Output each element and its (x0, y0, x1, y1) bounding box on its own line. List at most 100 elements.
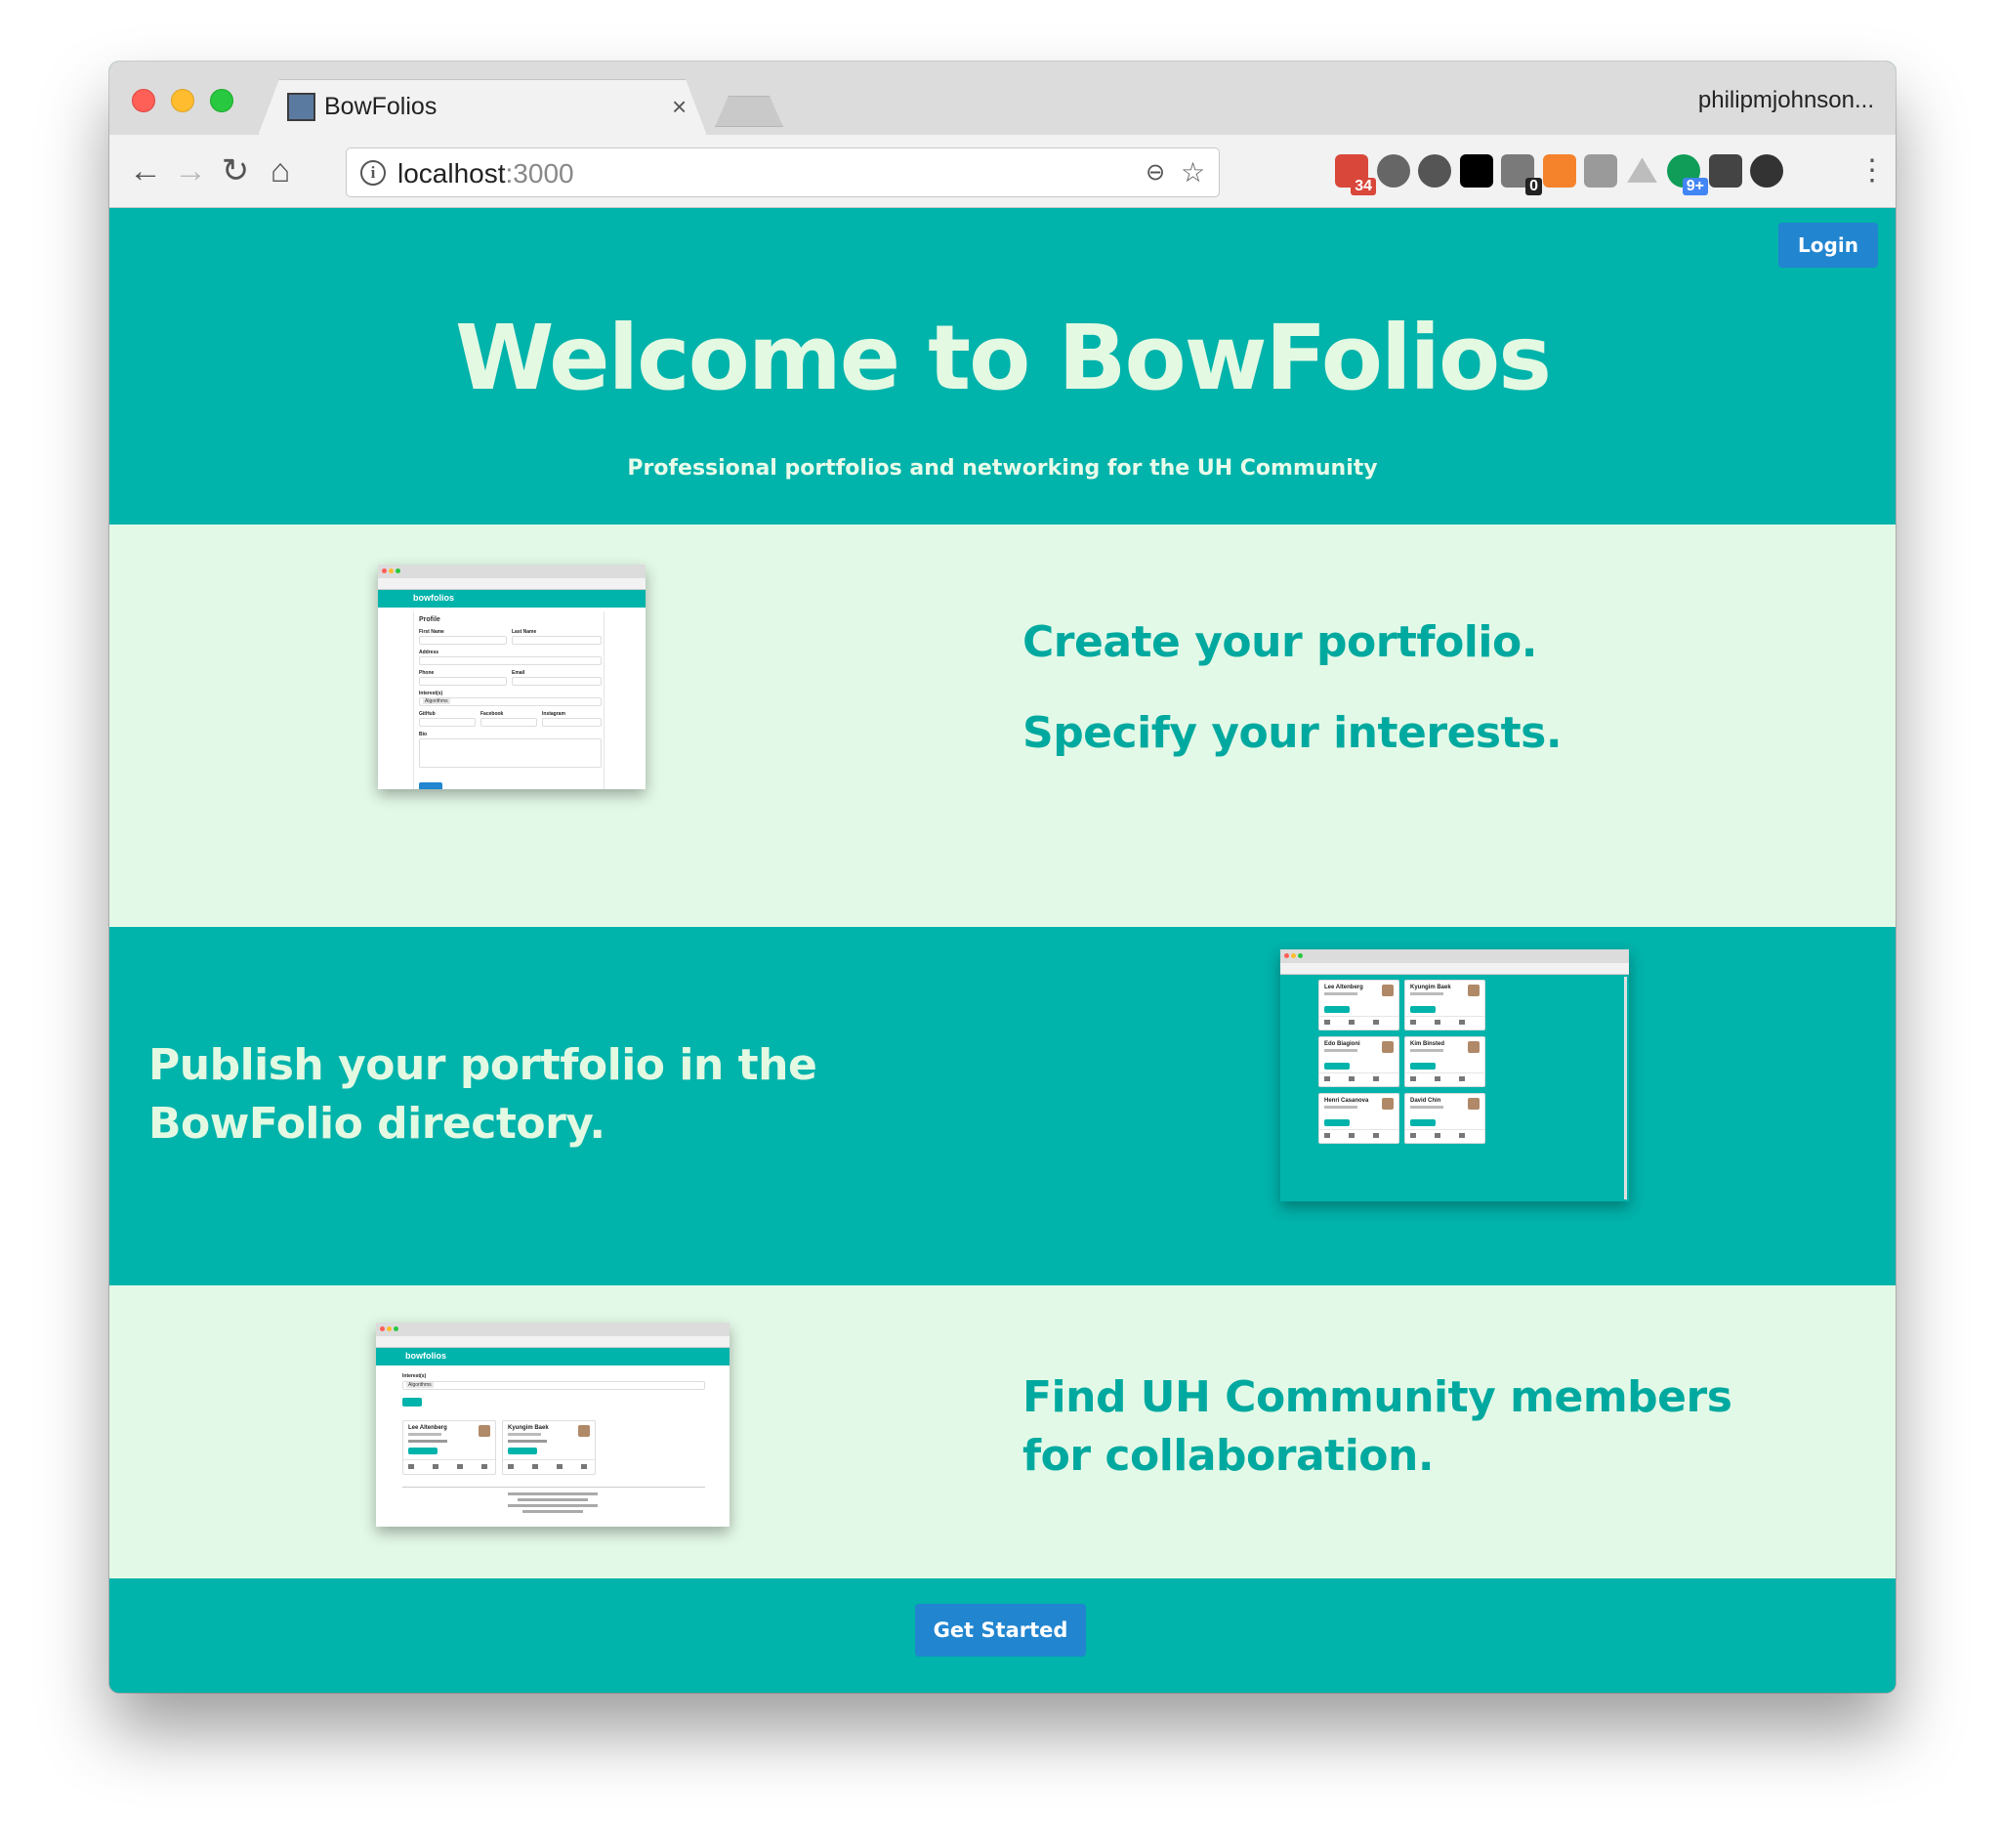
thumb-label: Phone (419, 670, 435, 676)
thumb-label: First Name (419, 629, 444, 635)
ext-hangouts-icon[interactable]: 9+ (1667, 154, 1708, 195)
ext-eyedropper-icon[interactable] (1708, 154, 1742, 188)
avatar (1468, 1098, 1480, 1110)
page-content: Login Welcome to BowFolios Professional … (109, 208, 1896, 1693)
card-tag (1324, 1006, 1350, 1013)
thumb-brand: bowfolios (413, 593, 454, 603)
card-divider (1319, 1129, 1398, 1130)
login-button[interactable]: Login (1778, 223, 1878, 268)
ext-calendar-icon[interactable]: 34 (1335, 154, 1376, 195)
card-social-icons (1410, 1076, 1480, 1081)
avatar (1468, 1041, 1480, 1053)
bookmark-star-icon[interactable]: ☆ (1181, 156, 1205, 189)
ext-ghostery-icon[interactable]: 0 (1501, 154, 1542, 195)
ext-drive-icon[interactable] (1627, 157, 1657, 183)
directory-card: Henri Casanova (1318, 1093, 1399, 1144)
thumb-heading: Profile (419, 616, 440, 623)
filter-result-card: Lee Altenberg (402, 1420, 496, 1475)
zoom-icon[interactable]: ⊖ (1146, 158, 1165, 187)
card-subtitle (1324, 1049, 1357, 1052)
filter-screenshot: bowfolios Interest(s) Algorithms Lee Alt… (376, 1323, 730, 1527)
profile-name[interactable]: philipmjohnson... (1698, 87, 1874, 114)
directory-card: Kim Binsted (1404, 1036, 1485, 1087)
hero-section: Login Welcome to BowFolios Professional … (109, 208, 1896, 525)
thumb-label: Instagram (542, 711, 565, 717)
card-tag (508, 1448, 537, 1454)
feature-publish-section: Publish your portfolio in the BowFolio d… (109, 927, 1896, 1285)
menu-icon[interactable]: ⋮ (1854, 152, 1891, 189)
card-divider (1405, 1016, 1484, 1017)
url-port: :3000 (505, 158, 574, 189)
tab-title: BowFolios (324, 93, 438, 120)
card-divider (1405, 1072, 1484, 1073)
feature-find-section: bowfolios Interest(s) Algorithms Lee Alt… (109, 1285, 1896, 1578)
tab-strip: BowFolios × philipmjohnson... (109, 62, 1896, 135)
info-icon[interactable]: i (360, 160, 386, 186)
reload-button[interactable]: ↻ (217, 152, 254, 189)
ext-1password-icon[interactable] (1418, 154, 1451, 188)
card-subtitle-2 (408, 1440, 447, 1443)
card-social-icons (1324, 1076, 1394, 1081)
close-window-button[interactable] (132, 89, 155, 112)
extension-badge: 34 (1351, 178, 1376, 195)
card-subtitle (1410, 1106, 1443, 1109)
feature-interests-title: Specify your interests. (1022, 708, 1563, 758)
card-divider (1405, 1129, 1484, 1130)
home-button[interactable]: ⌂ (262, 152, 299, 189)
directory-card: Kyungim Baek (1404, 980, 1485, 1030)
card-social-icons (1410, 1020, 1480, 1025)
address-bar[interactable]: i localhost:3000 ⊖ ☆ (346, 147, 1220, 197)
minimize-window-button[interactable] (171, 89, 194, 112)
card-subtitle (1410, 1049, 1443, 1052)
card-name: Kyungim Baek (508, 1425, 549, 1431)
thumb-label: Email (512, 670, 525, 676)
card-tag (1324, 1119, 1350, 1126)
avatar (479, 1425, 490, 1437)
maximize-window-button[interactable] (210, 89, 233, 112)
back-button[interactable]: ← (127, 152, 164, 189)
avatar (1382, 1098, 1394, 1110)
card-name: Edo Biagioni (1324, 1041, 1360, 1047)
card-divider (1319, 1016, 1398, 1017)
avatar (1468, 985, 1480, 996)
profile-screenshot: bowfolios Profile First Name Last Name A… (378, 565, 646, 789)
new-tab-button[interactable] (715, 96, 783, 127)
feature-find-title: Find UH Community members for collaborat… (1022, 1372, 1732, 1481)
thumb-label: Address (419, 650, 439, 655)
ext-camera-icon[interactable] (1750, 154, 1783, 188)
browser-toolbar: ← → ↻ ⌂ i localhost:3000 ⊖ ☆ 34 0 9+ ⋮ (109, 135, 1896, 208)
ext-link-icon[interactable] (1584, 154, 1617, 188)
ext-sync-icon[interactable] (1376, 154, 1410, 188)
card-subtitle (1410, 992, 1443, 995)
card-social-icons (1410, 1133, 1480, 1138)
get-started-button[interactable]: Get Started (915, 1604, 1086, 1657)
browser-window: BowFolios × philipmjohnson... ← → ↻ ⌂ i … (109, 62, 1896, 1693)
directory-card: Edo Biagioni (1318, 1036, 1399, 1087)
ext-jetbrains-icon[interactable] (1459, 154, 1493, 188)
thumb-label: GitHub (419, 711, 436, 717)
thumb-label: Facebook (480, 711, 504, 717)
extension-badge: 0 (1525, 178, 1542, 195)
thumb-tag: Algorithms (406, 1382, 434, 1388)
card-name: Lee Altenberg (408, 1425, 447, 1431)
thumb-filter-label: Interest(s) (402, 1373, 427, 1379)
card-subtitle (1324, 992, 1357, 995)
card-subtitle (408, 1433, 441, 1436)
feature-create-section: bowfolios Profile First Name Last Name A… (109, 525, 1896, 927)
card-subtitle (1324, 1106, 1357, 1109)
favicon-icon (287, 93, 315, 121)
ext-analytics-icon[interactable] (1542, 154, 1576, 188)
card-name: David Chin (1410, 1098, 1441, 1104)
card-name: Kyungim Baek (1410, 985, 1451, 990)
thumb-label: Interest(s) (419, 691, 443, 696)
card-tag (408, 1448, 438, 1454)
forward-button[interactable]: → (172, 152, 209, 189)
filter-result-card: Kyungim Baek (502, 1420, 596, 1475)
card-subtitle-2 (508, 1440, 547, 1443)
tab-close-icon[interactable]: × (672, 92, 687, 122)
feature-create-title: Create your portfolio. (1022, 617, 1537, 667)
card-divider (1319, 1072, 1398, 1073)
url-text[interactable]: localhost:3000 (397, 158, 574, 189)
hero-subtitle: Professional portfolios and networking f… (627, 456, 1378, 481)
card-tag (1410, 1063, 1436, 1070)
